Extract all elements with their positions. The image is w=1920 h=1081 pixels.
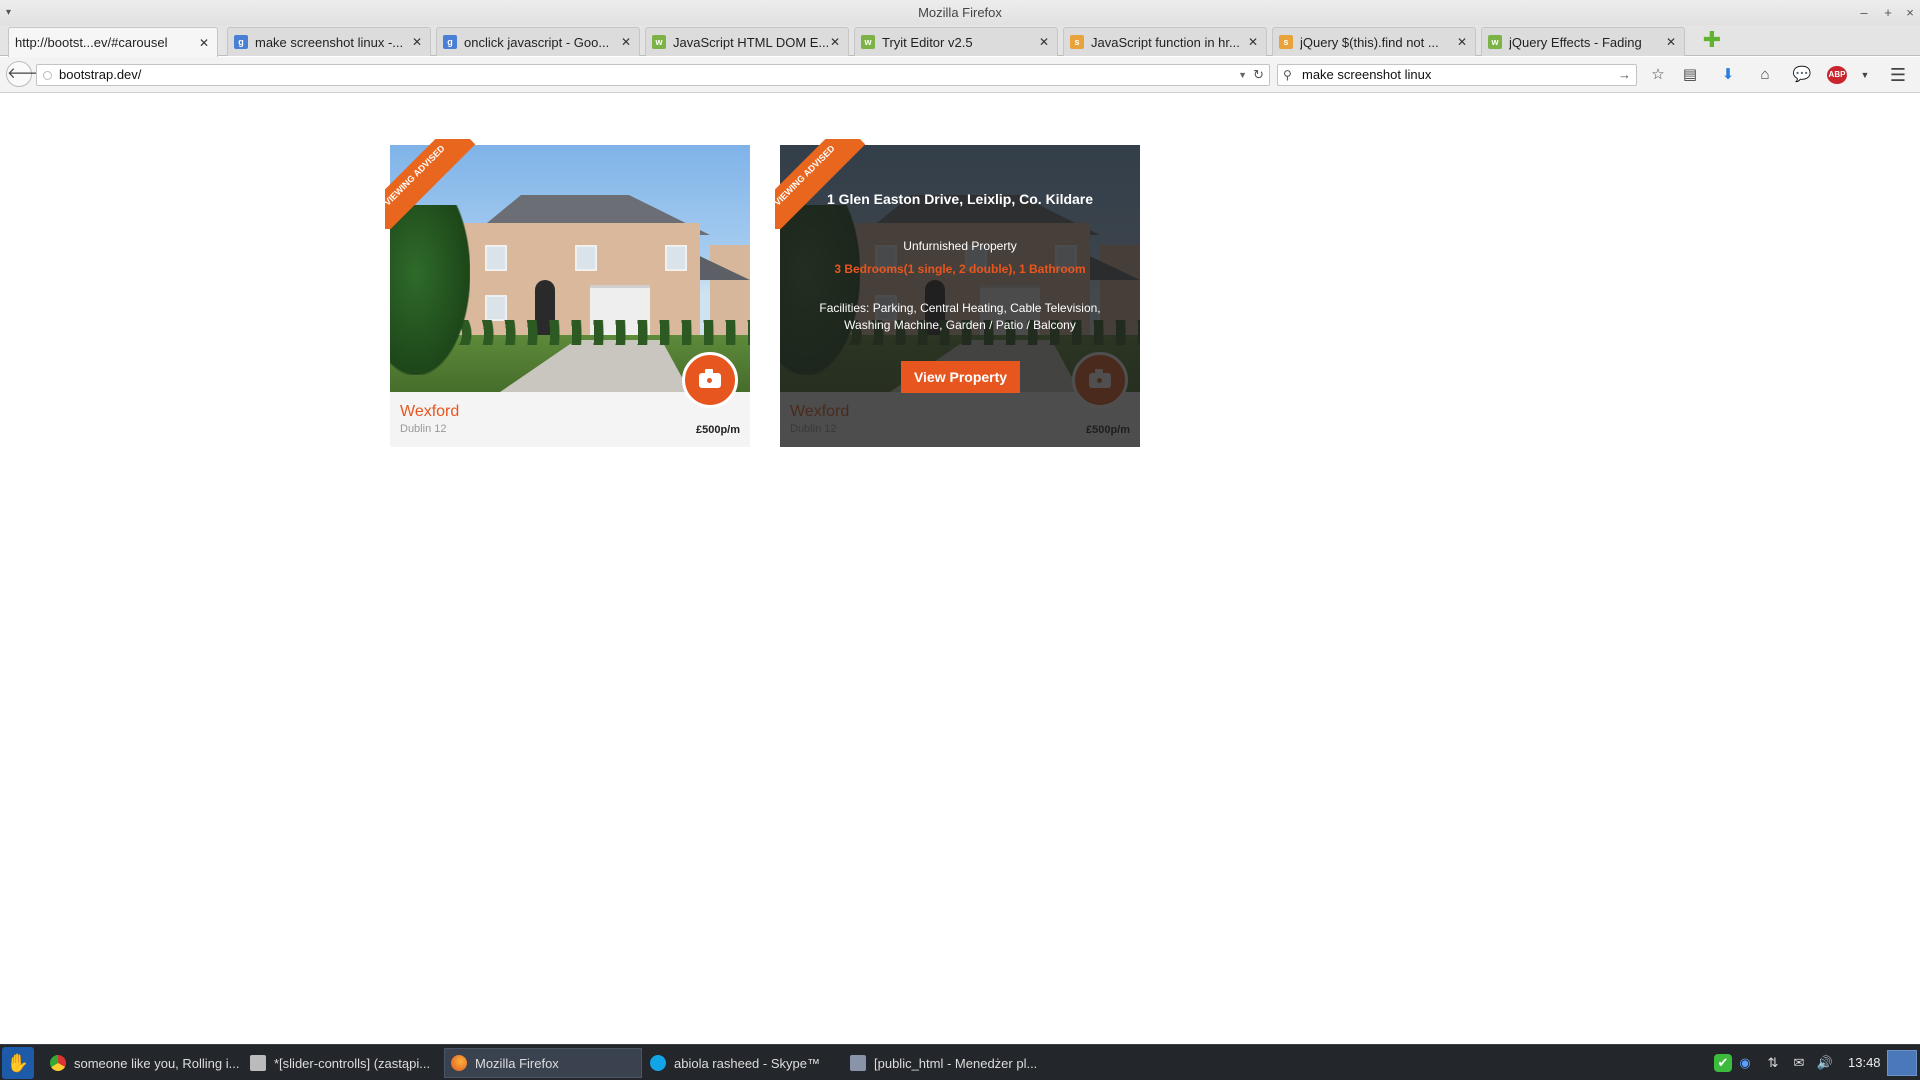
site-identity-icon[interactable] bbox=[43, 71, 52, 80]
ribbon-label: Viewing Advised bbox=[775, 139, 865, 229]
new-tab-button[interactable]: ✚ bbox=[1702, 29, 1722, 51]
show-desktop-button[interactable] bbox=[1887, 1050, 1917, 1076]
adblock-icon[interactable]: ABP bbox=[1827, 66, 1847, 84]
tab-label: onclick javascript - Goo... bbox=[464, 34, 610, 50]
property-price: £500p/m bbox=[695, 424, 740, 436]
folder-icon bbox=[850, 1055, 866, 1071]
downloads-icon[interactable]: ⬇ bbox=[1715, 64, 1741, 86]
close-tab-icon[interactable]: ✕ bbox=[828, 35, 842, 49]
window-titlebar: ▾ Mozilla Firefox – + × bbox=[0, 0, 1920, 25]
reload-icon[interactable]: ↻ bbox=[1253, 65, 1264, 85]
camera-button[interactable] bbox=[682, 352, 738, 408]
task-item[interactable]: [public_html - Menedżer pl... bbox=[844, 1048, 1044, 1078]
tab-label: http://bootst...ev/#carousel bbox=[15, 35, 168, 50]
editor-icon bbox=[250, 1055, 266, 1071]
stackoverflow-icon: s bbox=[1279, 35, 1293, 49]
back-button[interactable]: 🡐 bbox=[6, 61, 47, 87]
google-icon: g bbox=[234, 35, 248, 49]
close-tab-icon[interactable]: ✕ bbox=[1664, 35, 1678, 49]
search-go-icon[interactable]: → bbox=[1618, 65, 1631, 85]
window-menu-icon[interactable]: ▾ bbox=[6, 0, 11, 25]
close-tab-icon[interactable]: ✕ bbox=[1455, 35, 1469, 49]
url-text: bootstrap.dev/ bbox=[59, 67, 142, 82]
w3schools-icon: w bbox=[652, 35, 666, 49]
close-tab-icon[interactable]: ✕ bbox=[1037, 35, 1051, 49]
tab-label: Tryit Editor v2.5 bbox=[882, 34, 973, 50]
tab-label: jQuery Effects - Fading bbox=[1509, 34, 1642, 50]
viewing-ribbon: Viewing Advised bbox=[385, 139, 475, 229]
task-label: someone like you, Rolling i... bbox=[74, 1055, 240, 1071]
task-label: Mozilla Firefox bbox=[475, 1055, 559, 1071]
url-history-dropdown-icon[interactable]: ▼ bbox=[1238, 65, 1247, 85]
w3schools-icon: w bbox=[1488, 35, 1502, 49]
w3schools-icon: w bbox=[861, 35, 875, 49]
task-item-active[interactable]: Mozilla Firefox bbox=[444, 1048, 642, 1078]
network-tray-icon[interactable]: ⇅ bbox=[1764, 1054, 1782, 1072]
navigation-toolbar: 🡐 bootstrap.dev/ ▼ ↻ ⚲ make screenshot l… bbox=[0, 57, 1920, 93]
search-text: make screenshot linux bbox=[1302, 67, 1432, 82]
chat-icon[interactable]: 💬 bbox=[1789, 64, 1815, 86]
start-menu-icon[interactable]: ✋ bbox=[2, 1047, 34, 1079]
tab-1[interactable]: g make screenshot linux -... ✕ bbox=[227, 27, 431, 56]
bookmark-star-icon[interactable]: ☆ bbox=[1645, 64, 1671, 86]
clock[interactable]: 13:48 bbox=[1848, 1045, 1881, 1081]
property-area: Dublin 12 bbox=[400, 423, 447, 435]
bookmarks-menu-icon[interactable]: ▤ bbox=[1677, 64, 1703, 86]
property-bedrooms: 3 Bedrooms(1 single, 2 double), 1 Bathro… bbox=[834, 262, 1086, 276]
firefox-icon bbox=[451, 1055, 467, 1071]
tab-label: make screenshot linux -... bbox=[255, 34, 404, 50]
security-tray-icon[interactable]: ✔ bbox=[1714, 1054, 1732, 1072]
tab-2[interactable]: g onclick javascript - Goo... ✕ bbox=[436, 27, 640, 56]
tab-6[interactable]: s jQuery $(this).find not ... ✕ bbox=[1272, 27, 1476, 56]
tab-7[interactable]: w jQuery Effects - Fading ✕ bbox=[1481, 27, 1685, 56]
task-item[interactable]: *[slider-controlls] (zastąpi... bbox=[244, 1048, 444, 1078]
search-bar[interactable]: ⚲ make screenshot linux → bbox=[1277, 64, 1637, 86]
task-label: *[slider-controlls] (zastąpi... bbox=[274, 1055, 431, 1071]
property-furnishing: Unfurnished Property bbox=[903, 239, 1017, 253]
search-icon: ⚲ bbox=[1283, 68, 1292, 82]
close-tab-icon[interactable]: ✕ bbox=[197, 36, 211, 50]
url-bar[interactable]: bootstrap.dev/ ▼ ↻ bbox=[36, 64, 1270, 86]
stackoverflow-icon: s bbox=[1070, 35, 1084, 49]
chrome-icon bbox=[50, 1055, 66, 1071]
minimize-icon[interactable]: – bbox=[1856, 0, 1872, 25]
tab-label: JavaScript HTML DOM E... bbox=[673, 34, 828, 50]
tab-0[interactable]: http://bootst...ev/#carousel ✕ bbox=[8, 27, 218, 57]
view-property-button[interactable]: View Property bbox=[901, 361, 1020, 393]
home-icon[interactable]: ⌂ bbox=[1752, 64, 1778, 86]
task-label: abiola rasheed - Skype™ bbox=[674, 1055, 820, 1071]
tab-label: jQuery $(this).find not ... bbox=[1300, 34, 1439, 50]
close-window-icon[interactable]: × bbox=[1902, 0, 1918, 25]
ribbon-label: Viewing Advised bbox=[385, 139, 475, 229]
tab-5[interactable]: s JavaScript function in hr... ✕ bbox=[1063, 27, 1267, 56]
property-town: Wexford bbox=[400, 403, 460, 420]
tab-bar: http://bootst...ev/#carousel ✕ g make sc… bbox=[0, 25, 1920, 57]
page-content: Wexford Dublin 12 £500p/m Viewing Advise… bbox=[0, 94, 1920, 1044]
tab-3[interactable]: w JavaScript HTML DOM E... ✕ bbox=[645, 27, 849, 56]
close-tab-icon[interactable]: ✕ bbox=[619, 35, 633, 49]
camera-icon bbox=[699, 368, 721, 388]
adblock-menu-icon[interactable]: ▼ bbox=[1852, 64, 1878, 86]
skype-icon bbox=[650, 1055, 666, 1071]
task-label: [public_html - Menedżer pl... bbox=[874, 1055, 1038, 1071]
window-title: Mozilla Firefox bbox=[918, 5, 1002, 20]
google-icon: g bbox=[443, 35, 457, 49]
volume-tray-icon[interactable]: 🔊 bbox=[1816, 1054, 1834, 1072]
close-tab-icon[interactable]: ✕ bbox=[1246, 35, 1260, 49]
tab-4[interactable]: w Tryit Editor v2.5 ✕ bbox=[854, 27, 1058, 56]
taskbar: ✋ someone like you, Rolling i... *[slide… bbox=[0, 1044, 1920, 1080]
task-item[interactable]: abiola rasheed - Skype™ bbox=[644, 1048, 844, 1078]
maximize-icon[interactable]: + bbox=[1880, 0, 1896, 25]
viewing-ribbon: Viewing Advised bbox=[775, 139, 865, 229]
mail-tray-icon[interactable]: ✉ bbox=[1790, 1054, 1808, 1072]
tab-label: JavaScript function in hr... bbox=[1091, 34, 1240, 50]
task-item[interactable]: someone like you, Rolling i... bbox=[44, 1048, 244, 1078]
hamburger-menu-icon[interactable]: ☰ bbox=[1885, 64, 1911, 86]
sync-tray-icon[interactable]: ◉ bbox=[1736, 1054, 1754, 1072]
close-tab-icon[interactable]: ✕ bbox=[410, 35, 424, 49]
property-facilities: Facilities: Parking, Central Heating, Ca… bbox=[819, 301, 1101, 332]
